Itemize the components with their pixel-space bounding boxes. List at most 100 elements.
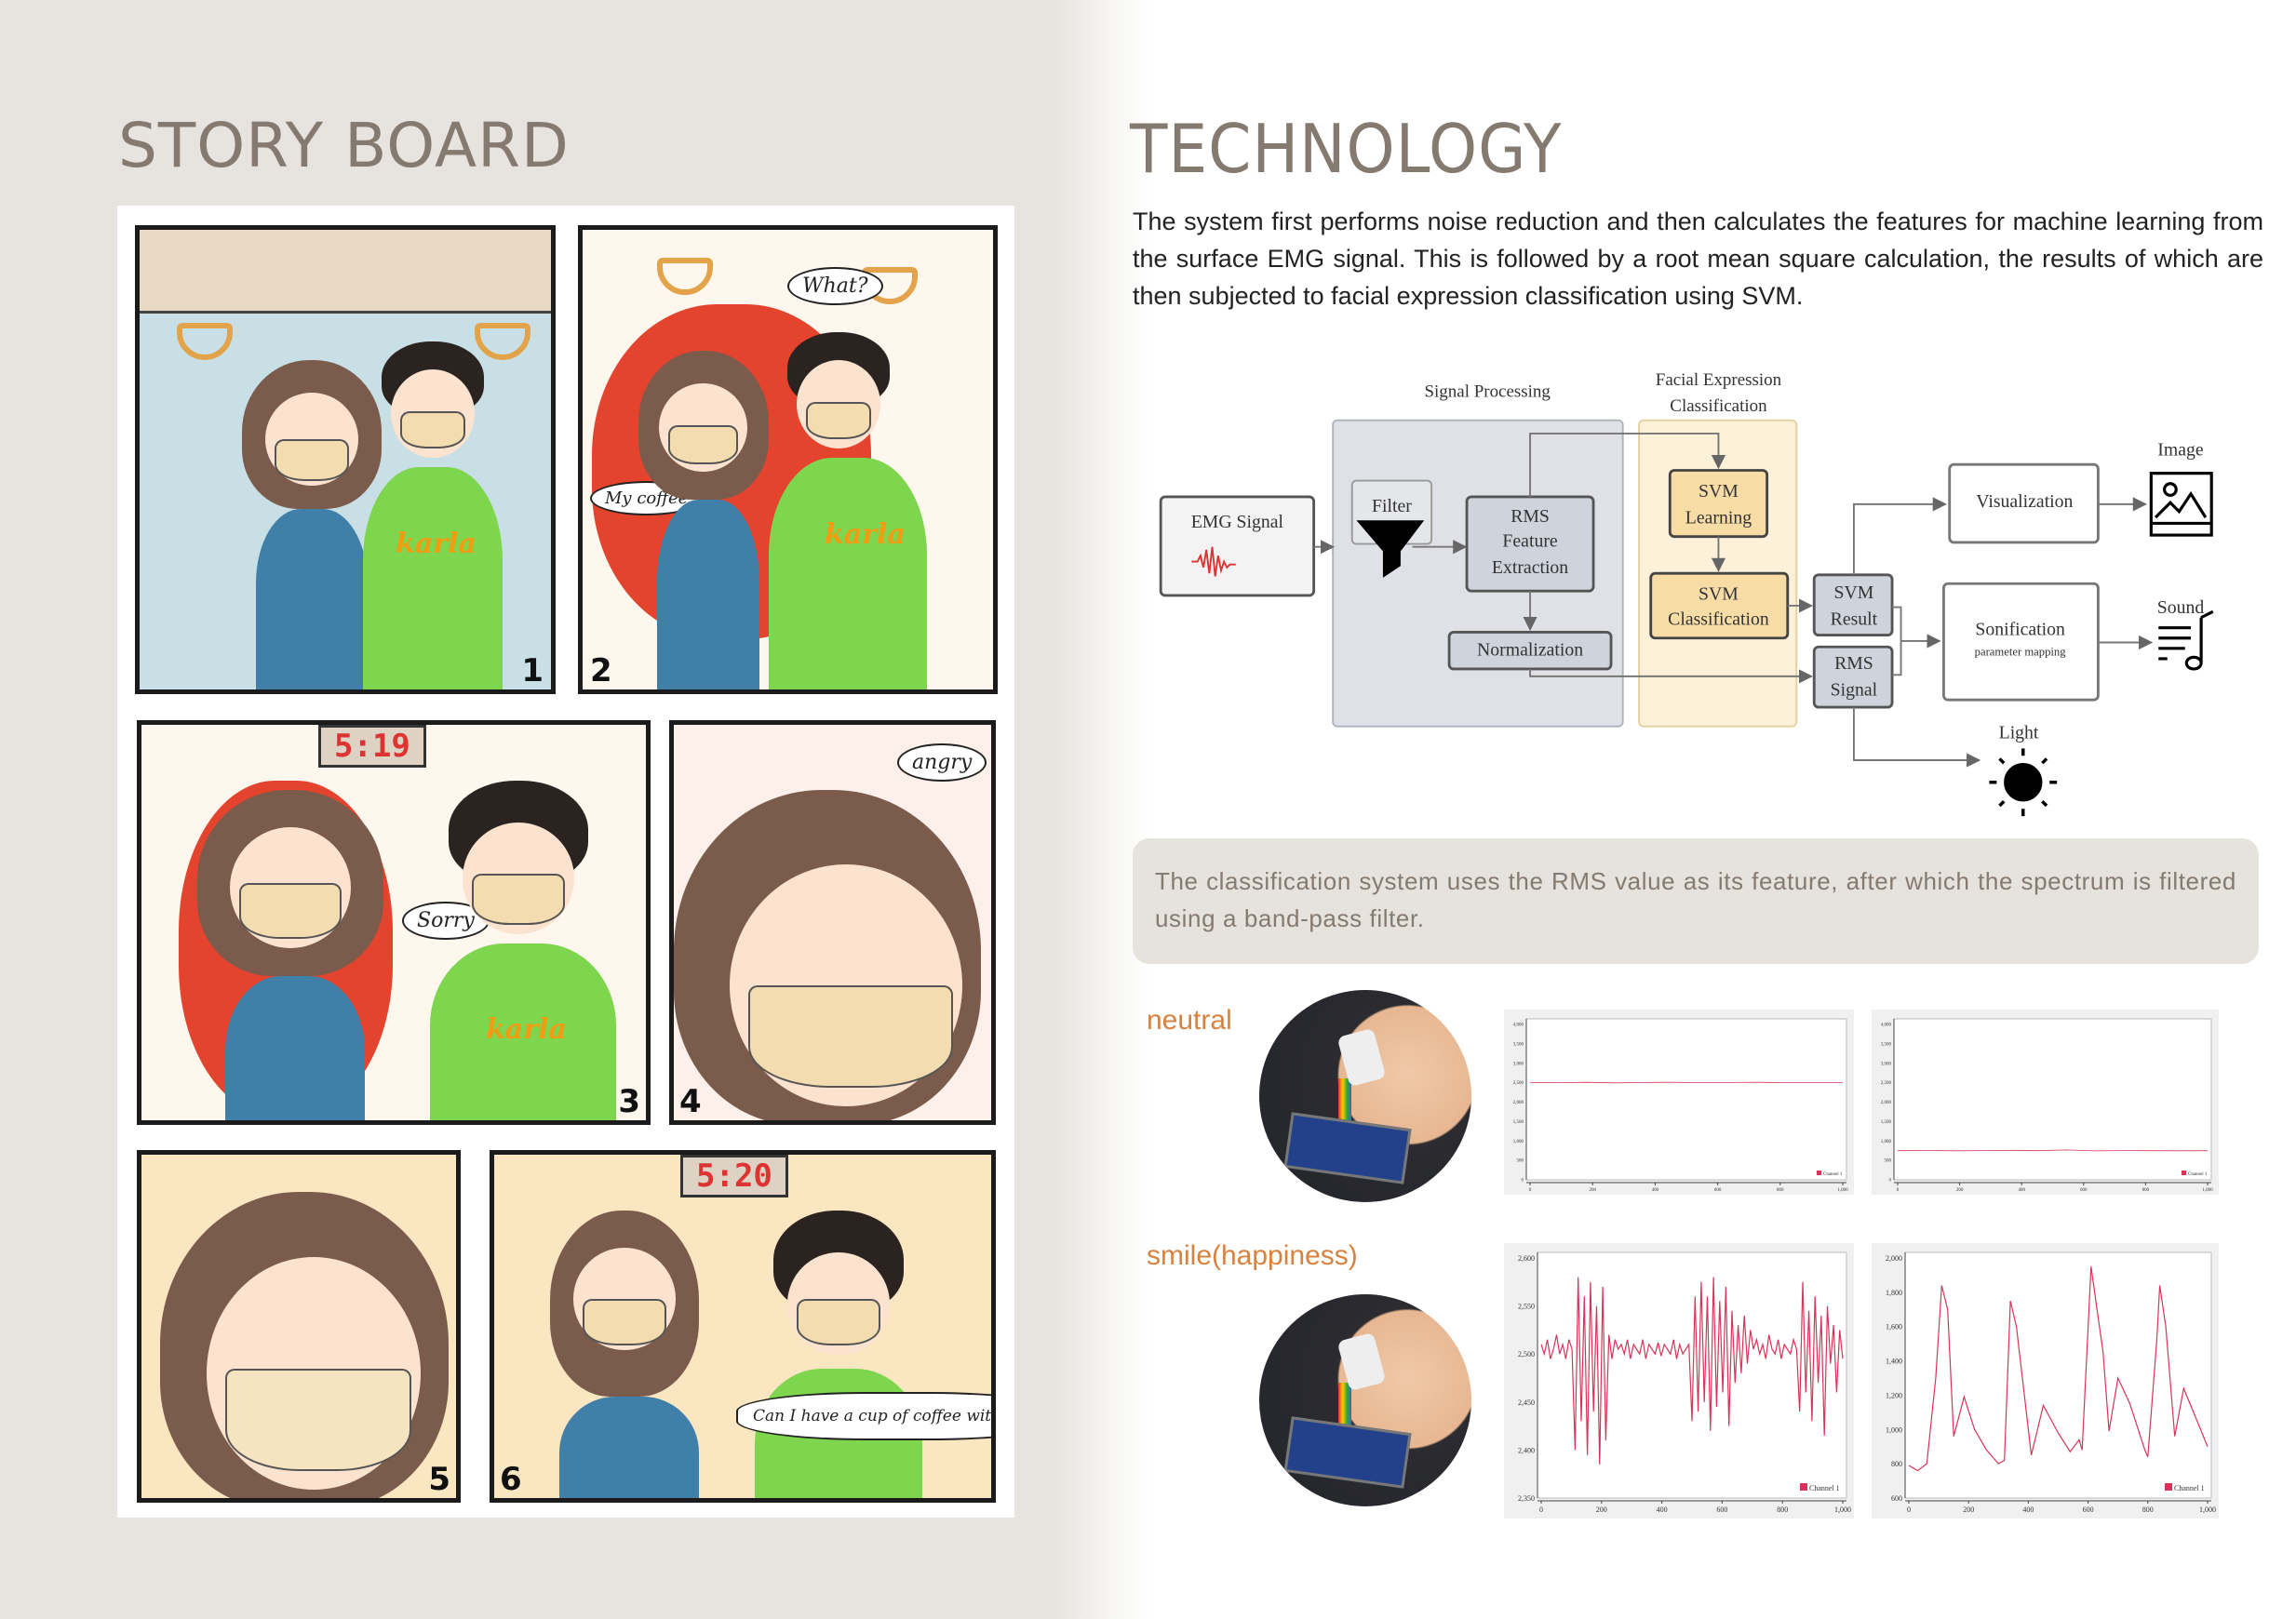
y-tick-label: 600	[1891, 1494, 1902, 1503]
subway-window	[140, 230, 551, 314]
technology-title: TECHNOLOGY	[1130, 110, 1563, 188]
y-tick-label: 2,550	[1518, 1303, 1535, 1311]
legend-label: Channel 1	[1809, 1484, 1840, 1492]
panel-number: 5	[428, 1461, 450, 1498]
legend-label: Channel 1	[2188, 1172, 2208, 1177]
panel-number: 6	[500, 1461, 522, 1498]
y-tick-label: 500	[1885, 1159, 1892, 1164]
series-line-channel-1	[1529, 1081, 1844, 1084]
svm-class-label-2: Classification	[1668, 609, 1769, 630]
svm-learning-label-1: SVM	[1699, 481, 1739, 502]
x-tick-label: 800	[1777, 1505, 1788, 1514]
normalization-label: Normalization	[1477, 640, 1583, 661]
neutral-rms-chart: 0 500 1,000 1,500 2,000 2,500 3,000 3,500 4,000 0…	[1872, 1010, 2219, 1195]
y-tick-label: 1,800	[1886, 1289, 1902, 1297]
x-tick-label: 600	[2080, 1188, 2088, 1193]
sound-icon	[2158, 609, 2214, 671]
comic-panel-2: What? My coffee karla 2	[578, 225, 998, 694]
sonification-box	[1941, 582, 2100, 702]
classification-callout: The classification system uses the RMS v…	[1133, 838, 2259, 964]
y-tick-label: 2,500	[1881, 1081, 1892, 1086]
y-tick-label: 2,600	[1518, 1254, 1535, 1263]
y-tick-label: 2,350	[1518, 1494, 1535, 1503]
y-tick-label: 1,500	[1881, 1120, 1892, 1125]
panel-number: 2	[590, 652, 612, 689]
group-label-facial-2: Classification	[1670, 396, 1767, 416]
x-tick-label: 600	[1716, 1505, 1727, 1514]
smile-rms-chart: 600 800 1,000 1,200 1,400 1,600 1,800 2,000 0 200…	[1872, 1243, 2219, 1519]
y-tick-label: 4,000	[1513, 1024, 1524, 1028]
x-tick-label: 800	[2142, 1188, 2150, 1193]
y-tick-label: 1,200	[1886, 1391, 1902, 1399]
x-tick-label: 400	[1657, 1505, 1668, 1514]
plot-area	[1893, 1018, 2212, 1181]
rms-label-3: Extraction	[1492, 557, 1568, 578]
y-tick-label: 3,500	[1513, 1042, 1524, 1047]
y-tick-label: 1,500	[1513, 1120, 1524, 1125]
y-tick-label: 1,400	[1886, 1358, 1902, 1366]
rms-label-2: Feature	[1502, 531, 1557, 552]
light-output-label: Light	[1999, 722, 2039, 743]
sound-output-label: Sound	[2157, 597, 2205, 618]
image-icon	[2149, 472, 2213, 537]
comic-panel-1: karla 1	[135, 225, 556, 694]
x-tick-label: 1,000	[2202, 1188, 2213, 1193]
rms-signal-label-1: RMS	[1834, 653, 1873, 674]
speech-bubble-coffee-invite: Can I have a cup of coffee with you?	[736, 1392, 991, 1440]
panel-number: 1	[521, 652, 544, 689]
svm-learning-label-2: Learning	[1685, 507, 1752, 528]
y-tick-label: 2,450	[1518, 1398, 1535, 1407]
svm-class-label-1: SVM	[1699, 584, 1739, 605]
storyboard-title: STORY BOARD	[118, 110, 570, 181]
y-tick-label: 1,600	[1886, 1323, 1902, 1331]
x-tick-label: 400	[2018, 1188, 2025, 1193]
y-tick-label: 500	[1517, 1159, 1524, 1164]
legend-swatch	[1800, 1483, 1807, 1491]
y-tick-label: 4,000	[1881, 1024, 1892, 1028]
x-tick-label: 0	[1539, 1505, 1543, 1514]
legend-label: Channel 1	[2174, 1484, 2205, 1492]
legend-swatch	[2182, 1171, 2186, 1175]
neutral-face-photo	[1259, 990, 1471, 1202]
x-tick-label: 0	[1907, 1505, 1911, 1514]
x-tick-label: 200	[1589, 1188, 1596, 1193]
y-tick-label: 1,000	[1881, 1140, 1892, 1144]
y-tick-label: 3,000	[1513, 1062, 1524, 1066]
group-label-signal-processing: Signal Processing	[1424, 381, 1551, 401]
strap-handle	[475, 323, 530, 360]
expression-label-smile: smile(happiness)	[1147, 1240, 1358, 1271]
legend-swatch	[1817, 1171, 1821, 1175]
y-tick-label: 2,400	[1518, 1446, 1535, 1454]
rms-signal-label-2: Signal	[1831, 679, 1878, 700]
y-tick-label: 2,000	[1513, 1101, 1524, 1105]
x-tick-label: 200	[1596, 1505, 1607, 1514]
speech-bubble-what: What?	[787, 267, 883, 305]
x-tick-label: 0	[1897, 1188, 1900, 1193]
clock-display: 5:19	[318, 725, 426, 768]
y-tick-label: 3,000	[1881, 1062, 1892, 1066]
visualization-label: Visualization	[1976, 491, 2073, 512]
comic-panel-3: 5:19 Sorry karla 3	[137, 720, 651, 1125]
image-output-label: Image	[2157, 440, 2204, 461]
x-tick-label: 200	[1963, 1505, 1974, 1514]
y-tick-label: 3,500	[1881, 1042, 1892, 1047]
storyboard-comic: karla 1 What? My coffee karla 2 5:19 Sor…	[117, 206, 1014, 1518]
panel-number: 3	[618, 1083, 640, 1120]
x-tick-label: 600	[2083, 1505, 2094, 1514]
y-tick-label: 1,000	[1513, 1140, 1524, 1144]
y-tick-label: 1,000	[1886, 1425, 1902, 1434]
sonification-sub-label: parameter mapping	[1975, 646, 2067, 659]
filter-label: Filter	[1372, 496, 1412, 516]
y-tick-label: 2,500	[1518, 1350, 1535, 1358]
svm-result-label-1: SVM	[1834, 582, 1874, 603]
y-tick-label: 0	[1889, 1179, 1892, 1184]
speech-bubble-angry: angry	[897, 743, 987, 782]
y-tick-label: 800	[1891, 1460, 1902, 1468]
plot-area	[1525, 1018, 1847, 1181]
x-tick-label: 800	[2142, 1505, 2154, 1514]
y-tick-label: 2,000	[1881, 1101, 1892, 1105]
comic-panel-5: 5	[137, 1150, 461, 1503]
expression-label-neutral: neutral	[1147, 1005, 1232, 1036]
sonification-label: Sonification	[1975, 620, 2065, 640]
x-tick-label: 400	[2022, 1505, 2034, 1514]
